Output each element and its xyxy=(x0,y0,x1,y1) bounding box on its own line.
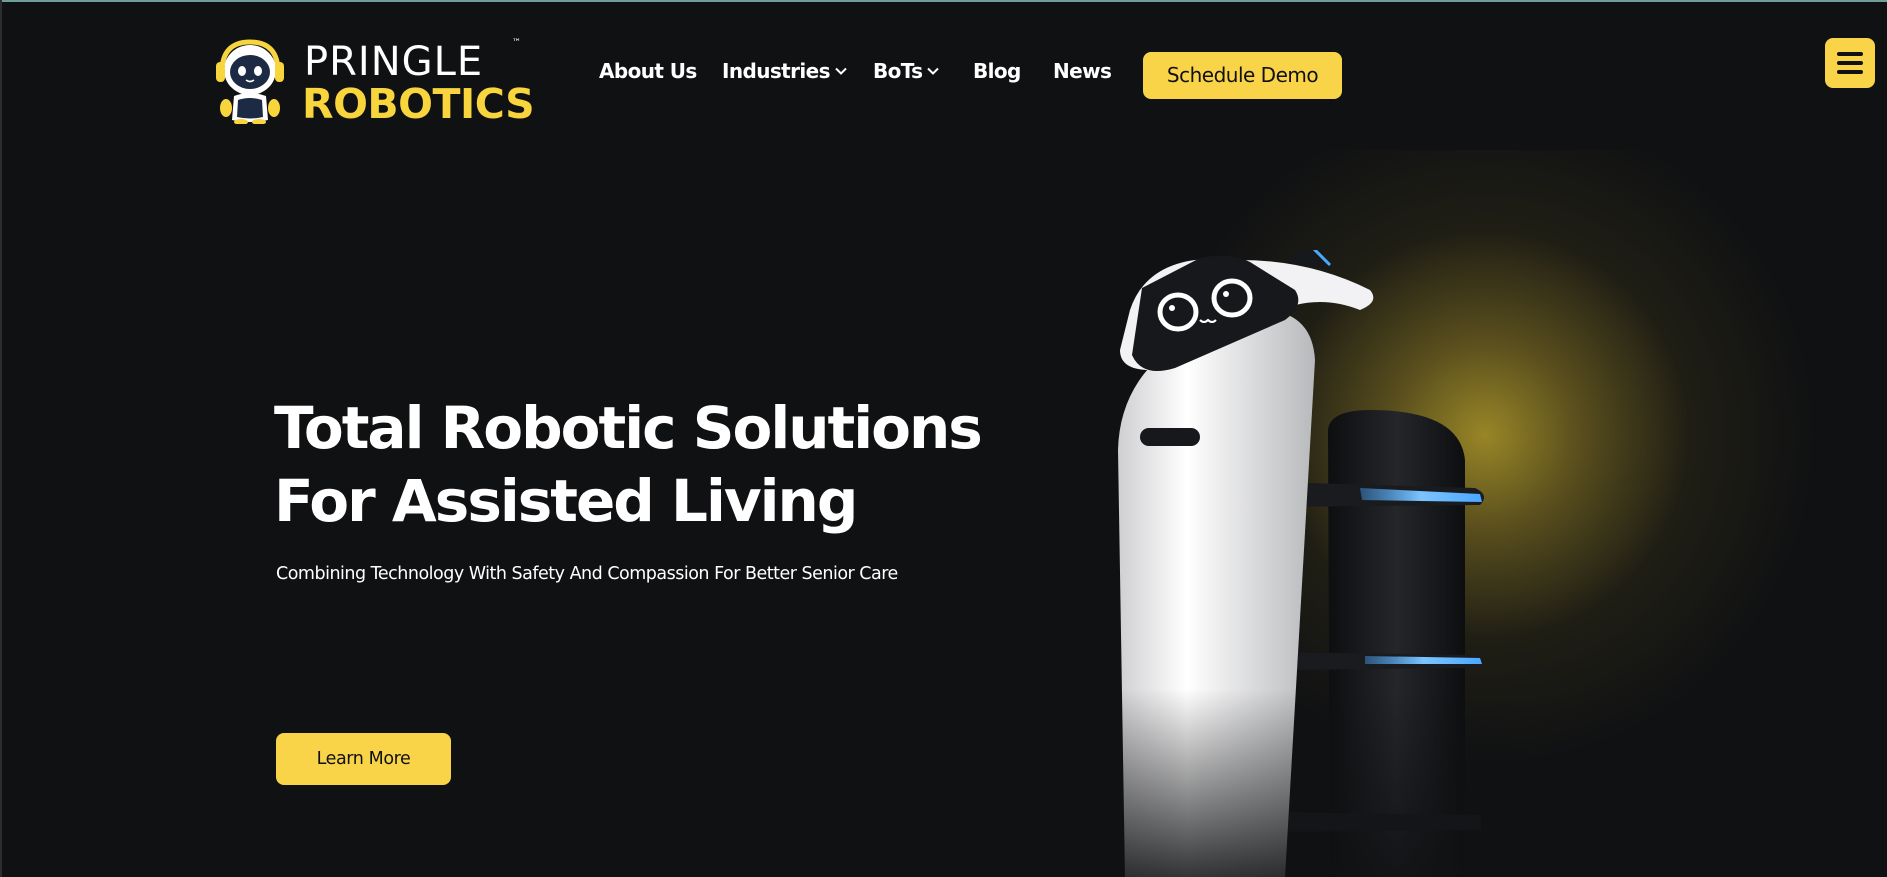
nav-industries-label: Industries xyxy=(722,59,830,83)
menu-bar xyxy=(1837,70,1863,74)
nav-bots[interactable]: BoTs xyxy=(873,58,940,84)
hero-title: Total Robotic Solutions For Assisted Liv… xyxy=(274,392,983,538)
nav-bots-label: BoTs xyxy=(873,59,923,83)
hero-title-line1: Total Robotic Solutions xyxy=(274,394,983,462)
robot-mascot-icon xyxy=(216,39,284,124)
menu-bar xyxy=(1837,52,1863,56)
nav-about-us-label: About Us xyxy=(599,59,697,83)
nav-industries[interactable]: Industries xyxy=(722,58,847,84)
hero-title-line2: For Assisted Living xyxy=(274,467,858,535)
brand-name-line1: PRINGLE xyxy=(304,39,484,85)
left-border xyxy=(0,0,2,877)
nav-blog[interactable]: Blog xyxy=(973,58,1021,84)
chevron-down-icon xyxy=(927,67,940,75)
top-border xyxy=(0,0,1887,2)
trademark-symbol: ™ xyxy=(512,38,521,48)
nav-blog-label: Blog xyxy=(973,59,1021,83)
hamburger-menu-icon[interactable] xyxy=(1825,38,1875,88)
chevron-down-icon xyxy=(835,67,847,75)
hero-subtitle: Combining Technology With Safety And Com… xyxy=(276,564,898,584)
schedule-demo-button[interactable]: Schedule Demo xyxy=(1143,52,1342,99)
nav-about-us[interactable]: About Us xyxy=(599,58,697,84)
nav-news-label: News xyxy=(1053,59,1112,83)
brand-name-line2: ROBOTICS xyxy=(302,80,535,128)
nav-news[interactable]: News xyxy=(1053,58,1112,84)
learn-more-button[interactable]: Learn More xyxy=(276,733,451,785)
brand-logo[interactable]: PRINGLE ™ ROBOTICS xyxy=(214,38,535,126)
service-robot-image xyxy=(1080,250,1510,877)
menu-bar xyxy=(1837,61,1863,65)
